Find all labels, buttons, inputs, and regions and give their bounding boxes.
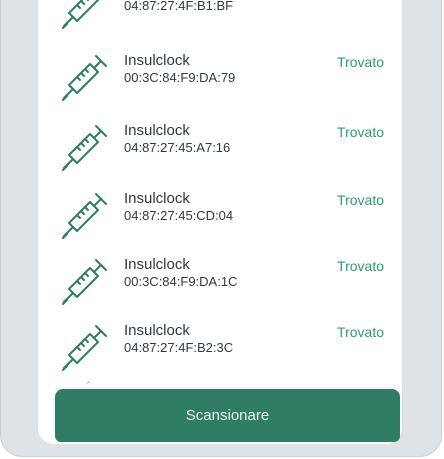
- device-status: Trovato: [337, 124, 384, 140]
- device-address: 00:3C:84:F9:DA:1C: [124, 274, 238, 289]
- scan-button-label: Scansionare: [185, 407, 270, 424]
- device-status: Trovato: [337, 192, 384, 208]
- device-row[interactable]: Insulclock 04:87:27:45:CD:04 Trovato: [38, 190, 402, 256]
- device-row[interactable]: Insulclock 00:3C:84:F9:DA:79 Trovato: [38, 52, 402, 118]
- device-status: Trovato: [337, 324, 384, 340]
- device-address: 00:3C:84:F9:DA:79: [124, 70, 236, 85]
- device-row[interactable]: Insulclock 04:87:27:4F:B2:3C Trovato: [38, 322, 402, 388]
- syringe-icon: [60, 52, 110, 102]
- syringe-icon: [60, 256, 110, 306]
- device-name: Insulclock: [124, 122, 190, 139]
- syringe-icon: [60, 322, 110, 372]
- device-name: Insulclock: [124, 256, 190, 273]
- device-name: Insulclock: [124, 52, 190, 69]
- device-address: 04:87:27:4F:B2:3C: [124, 340, 234, 355]
- device-list-card: Insulclock04:87:27:4F:B1:BFTrovatoInsulc…: [38, 0, 402, 444]
- device-row[interactable]: Insulclock 00:3C:84:F9:DA:1C Trovato: [38, 256, 402, 322]
- device-status: Trovato: [337, 258, 384, 274]
- syringe-icon: [60, 122, 110, 172]
- device-address: 04:87:27:45:CD:04: [124, 208, 234, 223]
- device-name: Insulclock: [124, 190, 190, 207]
- device-name: Insulclock: [124, 322, 190, 339]
- device-row[interactable]: Insulclock 04:87:27:45:A7:16 Trovato: [38, 122, 402, 188]
- syringe-icon: [60, 0, 110, 30]
- scan-button[interactable]: Scansionare: [55, 389, 400, 442]
- device-row[interactable]: Insulclock04:87:27:4F:B1:BFTrovato: [38, 0, 402, 46]
- syringe-icon: [60, 190, 110, 240]
- device-status: Trovato: [337, 54, 384, 70]
- device-address: 04:87:27:4F:B1:BF: [124, 0, 234, 13]
- device-address: 04:87:27:45:A7:16: [124, 140, 231, 155]
